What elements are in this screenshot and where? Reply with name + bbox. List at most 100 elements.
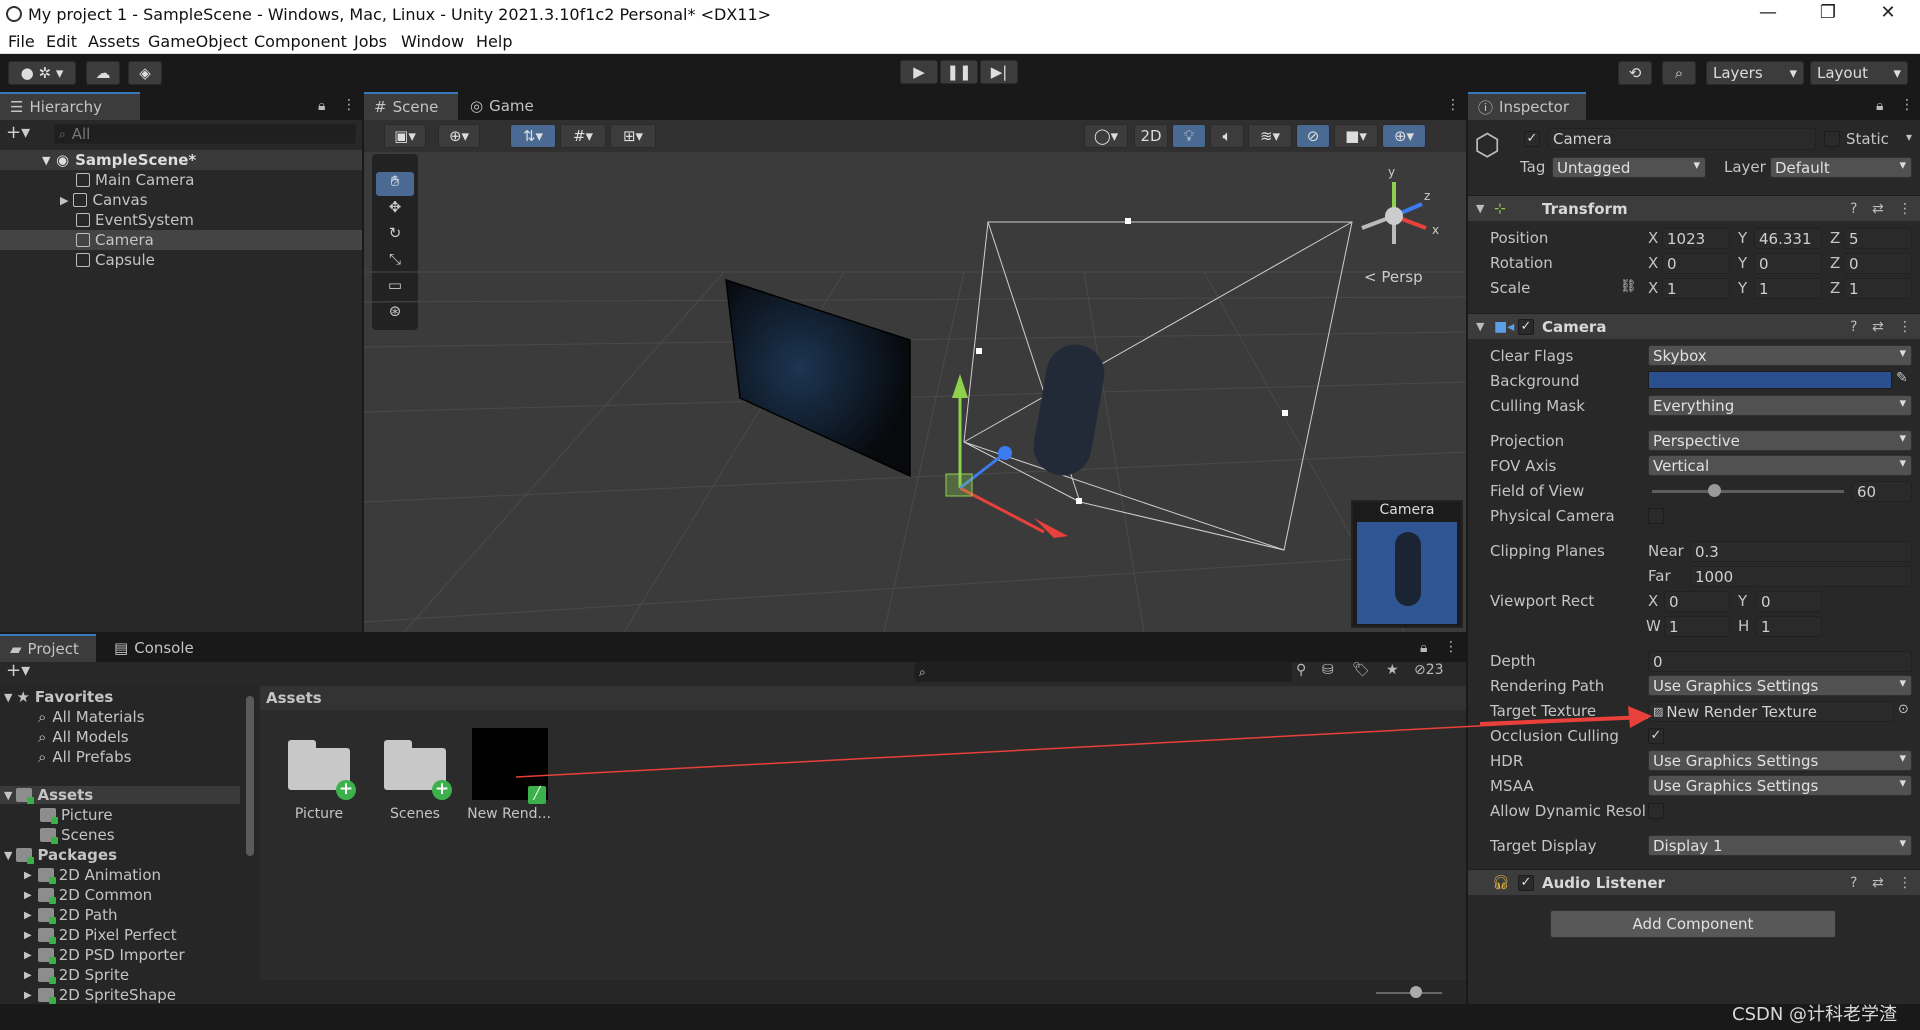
static-checkbox[interactable] <box>1824 131 1840 147</box>
hierarchy-item[interactable]: ▶ Canvas <box>60 190 148 210</box>
fov-slider-handle[interactable] <box>1708 484 1721 497</box>
close-button[interactable]: ✕ <box>1868 2 1908 23</box>
msaa-dropdown[interactable]: Use Graphics Settings <box>1648 775 1912 796</box>
package-item[interactable]: ▶ 2D Path <box>24 906 118 924</box>
menu-edit[interactable]: Edit <box>46 32 77 51</box>
step-button[interactable]: ▶| <box>980 60 1018 84</box>
frustum-handles[interactable] <box>976 218 1288 504</box>
project-search-input[interactable]: ⌕ <box>914 662 1292 682</box>
preset-icon[interactable]: ⇄ <box>1872 201 1884 217</box>
component-menu-icon[interactable]: ⋮ <box>1898 875 1912 891</box>
scale-z-field[interactable]: 1 <box>1844 278 1912 299</box>
icon-size-slider-track[interactable] <box>1376 992 1442 994</box>
scene-viewport[interactable]: y z x <box>364 152 1466 632</box>
draw-mode-dropdown[interactable]: ▣▾ <box>384 124 426 148</box>
tree-folder-item[interactable]: Picture <box>40 806 113 824</box>
create-asset-button[interactable]: +▾ <box>6 660 30 681</box>
position-x-field[interactable]: 1023 <box>1662 228 1730 249</box>
rotation-x-field[interactable]: 0 <box>1662 253 1730 274</box>
target-display-dropdown[interactable]: Display 1 <box>1648 835 1912 856</box>
lock-icon[interactable]: 🔒︎ <box>1876 98 1883 114</box>
tab-hierarchy[interactable]: ☰ Hierarchy <box>0 92 140 120</box>
far-clip-field[interactable]: 1000 <box>1690 566 1912 587</box>
scene-row[interactable]: ▼ ◉ SampleScene* <box>0 150 362 170</box>
effects-dropdown[interactable]: ≋▾ <box>1248 124 1292 148</box>
asset-render-texture[interactable]: ╱ <box>472 728 548 804</box>
grid-snap-dropdown[interactable]: #▾ <box>560 124 606 148</box>
lighting-toggle[interactable]: 💡︎ <box>1172 124 1206 148</box>
pause-button[interactable]: ❚❚ <box>940 60 978 84</box>
audio-toggle[interactable]: 🔈︎ <box>1210 124 1244 148</box>
asset-folder-scenes[interactable]: + <box>384 738 452 800</box>
constrain-proportions-icon[interactable]: ⛓ <box>1620 279 1637 294</box>
icon-size-slider-handle[interactable] <box>1410 986 1422 998</box>
more-menu-icon[interactable]: ⋮ <box>1900 97 1914 113</box>
fov-slider-track[interactable] <box>1652 490 1844 493</box>
play-button[interactable]: ▶ <box>900 60 938 84</box>
assets-tree-header[interactable]: ▼ Assets <box>0 786 240 804</box>
history-button[interactable]: ⟲ <box>1618 61 1652 85</box>
package-item[interactable]: ▶ 2D Sprite <box>24 966 129 984</box>
depth-field[interactable]: 0 <box>1648 651 1912 672</box>
menu-help[interactable]: Help <box>476 32 512 51</box>
rotation-y-field[interactable]: 0 <box>1754 253 1822 274</box>
scale-y-field[interactable]: 1 <box>1754 278 1822 299</box>
projection-dropdown[interactable]: Perspective <box>1648 430 1912 451</box>
more-menu-icon[interactable]: ⋮ <box>342 97 356 113</box>
audio-listener-enabled-checkbox[interactable]: ✓ <box>1518 875 1534 891</box>
favorite-item[interactable]: ⌕ All Prefabs <box>38 748 131 766</box>
object-name-input[interactable]: Camera <box>1548 128 1816 150</box>
cloud-button[interactable]: ☁ <box>86 61 120 85</box>
packages-tree-header[interactable]: ▼ Packages <box>4 846 117 864</box>
package-item[interactable]: ▶ 2D Common <box>24 886 152 904</box>
scale-x-field[interactable]: 1 <box>1662 278 1730 299</box>
hidden-packages-toggle[interactable]: ⊘23 <box>1414 662 1444 678</box>
tag-dropdown[interactable]: Untagged <box>1552 157 1706 178</box>
viewport-x-field[interactable]: 0 <box>1664 591 1730 612</box>
audio-listener-header[interactable]: 🎧︎ ✓ Audio Listener ? ⇄ ⋮ <box>1468 869 1920 895</box>
package-item[interactable]: ▶ 2D Pixel Perfect <box>24 926 177 944</box>
tab-scene[interactable]: # Scene <box>364 92 458 120</box>
perspective-toggle[interactable]: < Persp <box>1364 268 1423 286</box>
layers-dropdown[interactable]: Layers ▾ <box>1706 61 1804 85</box>
tree-folder-item[interactable]: Scenes <box>40 826 115 844</box>
breadcrumb[interactable]: Assets <box>260 686 1466 710</box>
lock-icon[interactable]: 🔒︎ <box>318 98 325 114</box>
tab-inspector[interactable]: ⓘ Inspector <box>1468 92 1586 120</box>
camera-component-header[interactable]: ▼ ■◂ ✓ Camera ? ⇄ ⋮ <box>1468 313 1920 339</box>
fov-value-field[interactable]: 60 <box>1852 481 1912 502</box>
collab-button[interactable]: ◈ <box>128 61 162 85</box>
component-menu-icon[interactable]: ⋮ <box>1898 201 1912 217</box>
menu-assets[interactable]: Assets <box>88 32 140 51</box>
help-icon[interactable]: ? <box>1850 319 1857 335</box>
rotation-z-field[interactable]: 0 <box>1844 253 1912 274</box>
minimize-button[interactable]: — <box>1748 2 1788 23</box>
active-checkbox[interactable]: ✓ <box>1524 131 1540 147</box>
more-menu-icon[interactable]: ⋮ <box>1446 97 1460 113</box>
tree-scrollbar[interactable] <box>246 696 254 856</box>
near-clip-field[interactable]: 0.3 <box>1690 541 1912 562</box>
fov-axis-dropdown[interactable]: Vertical <box>1648 455 1912 476</box>
label-filter-icon[interactable]: 🏷︎ <box>1352 662 1370 678</box>
more-menu-icon[interactable]: ⋮ <box>1444 639 1458 655</box>
toggle-2d-button[interactable]: 2D <box>1134 124 1168 148</box>
add-object-button[interactable]: +▾ <box>6 122 30 143</box>
favorite-item[interactable]: ⌕ All Materials <box>38 708 145 726</box>
preset-icon[interactable]: ⇄ <box>1872 319 1884 335</box>
help-icon[interactable]: ? <box>1850 201 1857 217</box>
chevron-down-icon[interactable]: ▾ <box>1906 130 1912 144</box>
menu-gameobject[interactable]: GameObject <box>148 32 248 51</box>
hierarchy-item[interactable]: EventSystem <box>76 210 194 230</box>
eyedropper-icon[interactable]: ✎ <box>1896 370 1908 386</box>
render-mode-dropdown[interactable]: ◯▾ <box>1084 124 1128 148</box>
position-z-field[interactable]: 5 <box>1844 228 1912 249</box>
package-item[interactable]: ▶ 2D Animation <box>24 866 161 884</box>
hdr-dropdown[interactable]: Use Graphics Settings <box>1648 750 1912 771</box>
asset-folder-picture[interactable]: + <box>288 738 356 800</box>
rendering-path-dropdown[interactable]: Use Graphics Settings <box>1648 675 1912 696</box>
filter-type-icon[interactable]: ⛁ <box>1322 662 1334 678</box>
culling-mask-dropdown[interactable]: Everything <box>1648 395 1912 416</box>
camera-dropdown[interactable]: ■▾ <box>1334 124 1378 148</box>
object-picker-icon[interactable]: ⊙ <box>1898 702 1909 717</box>
quad-render-surface[interactable] <box>725 278 911 478</box>
